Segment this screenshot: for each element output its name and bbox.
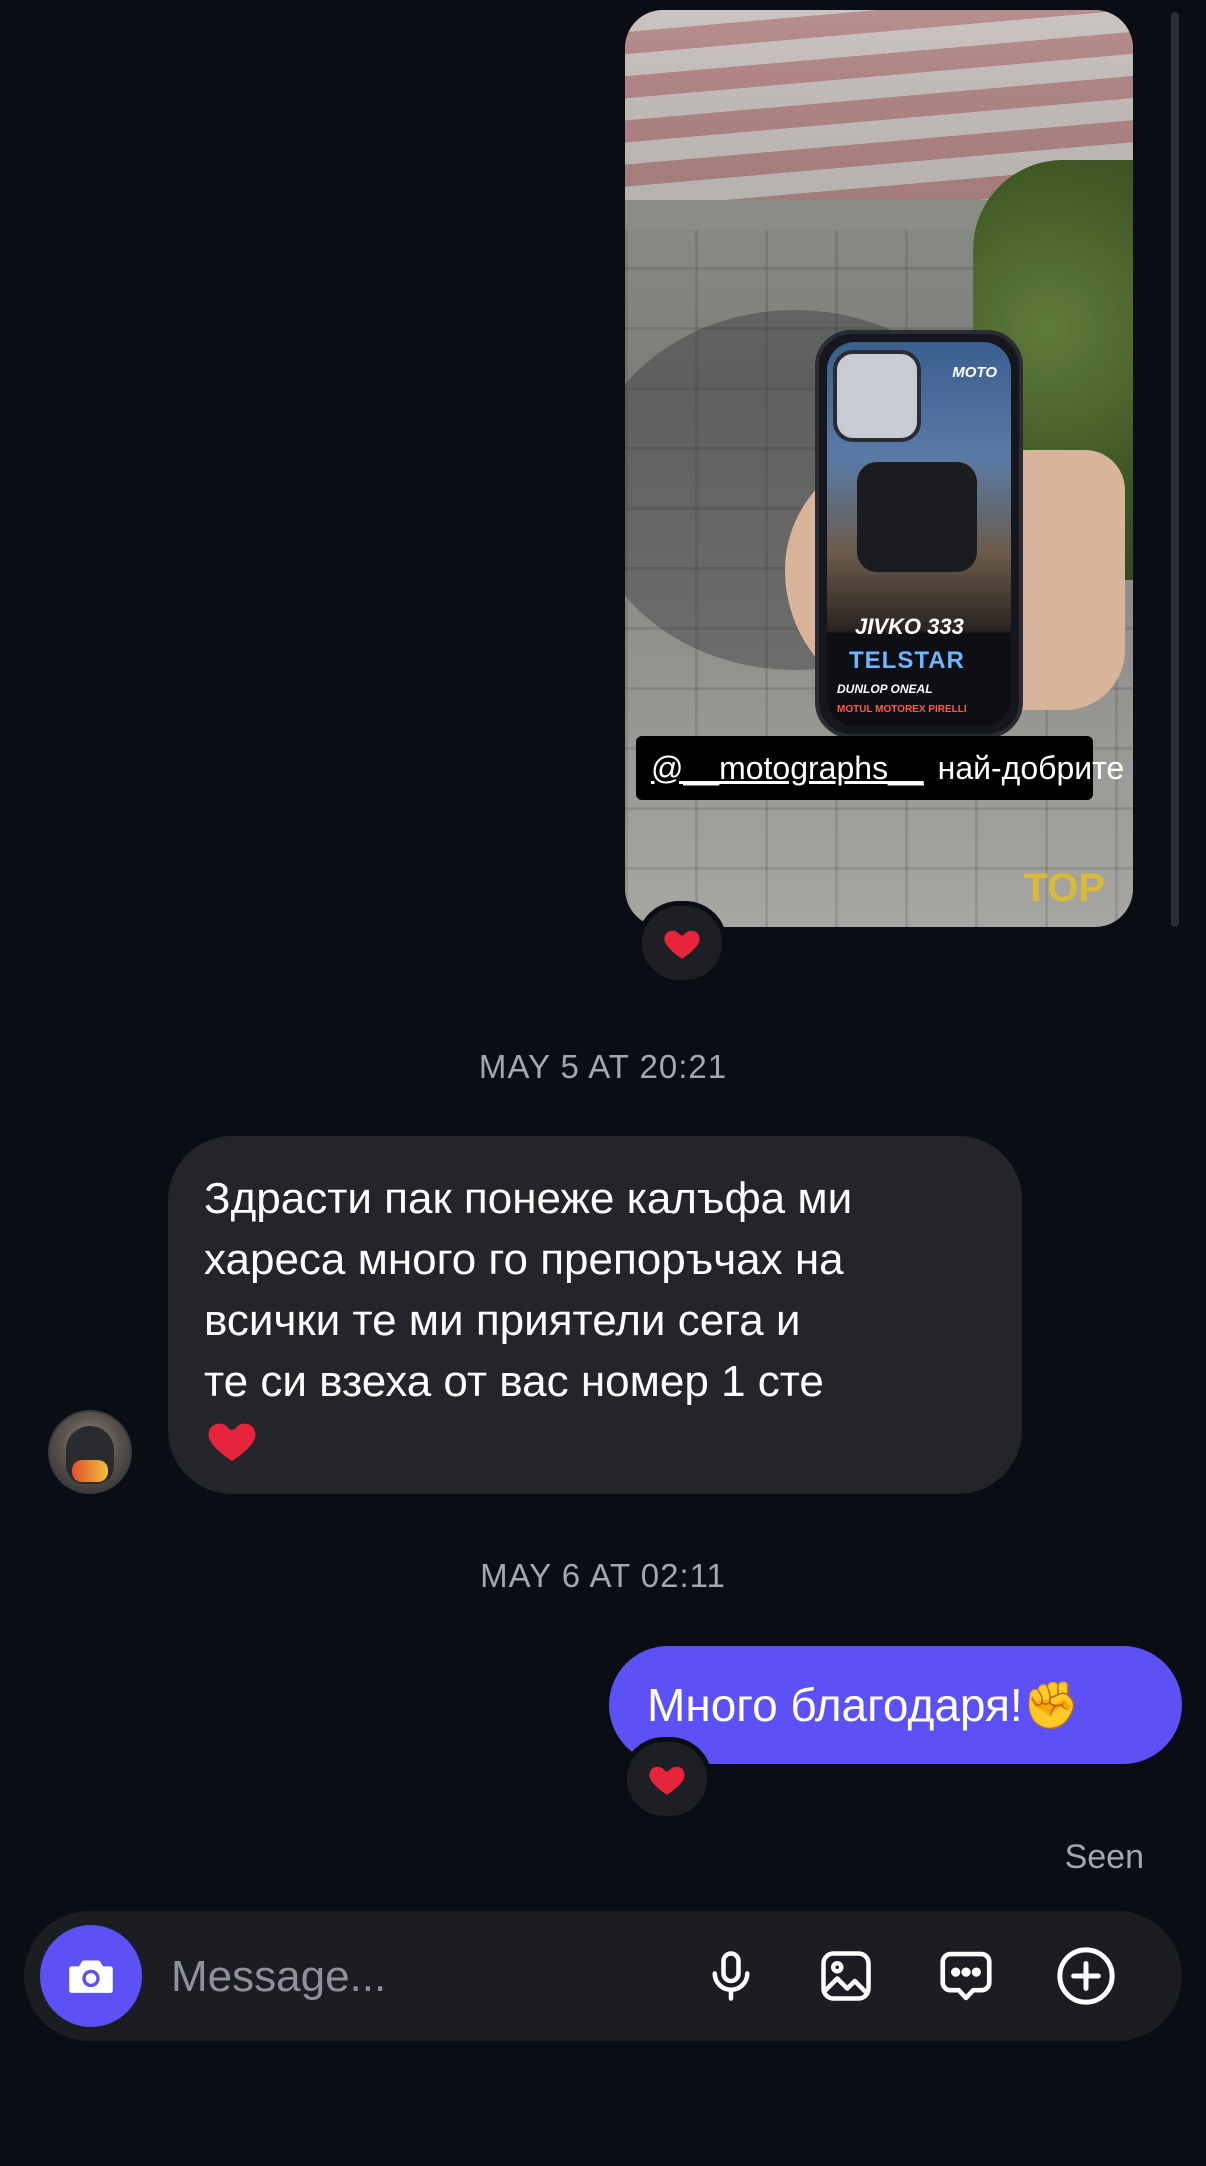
phone-camera-module bbox=[833, 350, 921, 442]
outgoing-message-text: Много благодаря!✊ bbox=[647, 1678, 1080, 1731]
timestamp: MAY 5 AT 20:21 bbox=[478, 1048, 728, 1085]
camera-icon bbox=[69, 1960, 113, 1993]
camera-button[interactable] bbox=[40, 1925, 142, 2027]
microphone-button[interactable] bbox=[691, 1936, 771, 2016]
case-rider-text: JIVKO 333 bbox=[855, 614, 964, 639]
gallery-button[interactable] bbox=[806, 1936, 886, 2016]
avatar-visor bbox=[72, 1460, 108, 1482]
message-composer bbox=[24, 1911, 1182, 2041]
phone-case-image: MOTO JIVKO 333 TELSTAR DUNLOP ONEAL MOTU… bbox=[815, 330, 1023, 738]
corner-tag: TOP bbox=[1023, 866, 1105, 910]
outgoing-reaction[interactable] bbox=[622, 1737, 712, 1821]
message-input[interactable] bbox=[169, 1946, 673, 2008]
microphone-icon bbox=[712, 1951, 750, 2001]
sticker-chat-button[interactable] bbox=[926, 1936, 1006, 2016]
seen-status: Seen bbox=[1064, 1838, 1144, 1876]
add-button[interactable] bbox=[1046, 1936, 1126, 2016]
case-atv-image bbox=[857, 462, 977, 572]
incoming-message-bubble[interactable]: Здрасти пак понеже калъфа ми хареса мног… bbox=[168, 1136, 1022, 1494]
sticker-chat-icon bbox=[940, 1951, 992, 2001]
case-sponsors-2: MOTUL MOTOREX PIRELLI bbox=[837, 704, 967, 715]
mention-link[interactable]: @__motographs__ bbox=[651, 750, 924, 787]
caption-sticker: @__motographs__ най-добрите bbox=[636, 736, 1124, 800]
phone-case-print: MOTO JIVKO 333 TELSTAR DUNLOP ONEAL MOTU… bbox=[827, 342, 1011, 726]
caption-text: най-добрите bbox=[937, 749, 1125, 786]
incoming-message-text: Здрасти пак понеже калъфа ми хареса мног… bbox=[204, 1174, 853, 1406]
timestamp: MAY 6 AT 02:11 bbox=[480, 1557, 726, 1594]
heart-emoji-icon bbox=[208, 1423, 256, 1461]
case-sponsors-1: DUNLOP ONEAL bbox=[837, 682, 933, 696]
add-icon bbox=[1057, 1947, 1115, 2005]
avatar[interactable] bbox=[48, 1410, 132, 1494]
scrollbar[interactable] bbox=[1171, 12, 1179, 927]
shared-photo-message[interactable]: MOTO JIVKO 333 TELSTAR DUNLOP ONEAL MOTU… bbox=[625, 10, 1133, 927]
case-brand-logo: MOTO bbox=[952, 364, 997, 381]
case-team-text: TELSTAR bbox=[849, 647, 965, 674]
photo-reaction[interactable] bbox=[637, 901, 727, 985]
heart-icon bbox=[664, 930, 700, 959]
gallery-icon bbox=[821, 1951, 871, 2001]
heart-icon bbox=[649, 1766, 685, 1795]
